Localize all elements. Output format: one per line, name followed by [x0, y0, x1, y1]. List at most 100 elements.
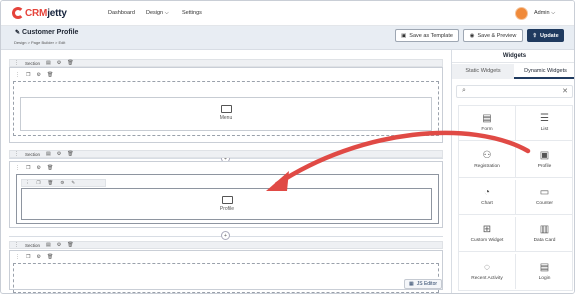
- widget-item-form[interactable]: ▤ Form: [459, 106, 516, 141]
- settings-icon[interactable]: ⚙: [57, 151, 61, 157]
- copy-icon[interactable]: ❐: [26, 254, 30, 260]
- row-toolbar-2: ⋮ ❐ ⚙ 🗑: [15, 165, 53, 171]
- widget-item-custom-widget[interactable]: ⊞ Custom Widget: [459, 217, 516, 252]
- tab-static-widgets[interactable]: Static Widgets: [452, 64, 514, 79]
- edit-icon[interactable]: ✎: [71, 180, 75, 186]
- widget-item-profile[interactable]: ▣ Profile: [516, 143, 573, 178]
- section-toolbar-1[interactable]: ⋮ Section ▤ ⚙ 🗑: [9, 59, 443, 67]
- section-toolbar-3[interactable]: ⋮ Section ▤ ⚙ 🗑: [9, 241, 443, 249]
- columns-icon[interactable]: ▤: [46, 151, 51, 157]
- pencil-icon[interactable]: ✎: [15, 30, 20, 36]
- app-window: CRMjetty Dashboard Design ⌵ Settings Adm…: [0, 0, 575, 294]
- widget-item-data-card[interactable]: ▥ Data Card: [516, 217, 573, 252]
- add-section-button[interactable]: +: [221, 231, 230, 240]
- drag-handle-icon[interactable]: ⋮: [15, 72, 20, 78]
- close-icon[interactable]: ✕: [562, 87, 568, 95]
- section-toolbar-2[interactable]: ⋮ Section ▤ ⚙ 🗑: [9, 150, 443, 158]
- breadcrumb: Design > Page Builder > Edit: [14, 40, 66, 45]
- columns-icon[interactable]: ▤: [46, 242, 51, 248]
- nav-dashboard[interactable]: Dashboard: [108, 10, 135, 16]
- avatar[interactable]: [515, 7, 528, 20]
- logo-mark-icon: [12, 7, 24, 19]
- widget-item-label: List: [540, 127, 549, 132]
- row-toolbar-3: ⋮ ❐ ⚙ 🗑: [15, 254, 53, 260]
- row-dropzone-3: [13, 263, 439, 293]
- settings-icon[interactable]: ⚙: [60, 180, 64, 186]
- drag-handle-icon[interactable]: ⋮: [14, 151, 19, 157]
- widget-search-input[interactable]: ⌕ ✕: [456, 85, 573, 98]
- user-plus-icon: ⚇: [482, 150, 492, 161]
- nav-settings[interactable]: Settings: [182, 10, 202, 16]
- widget-item-registration[interactable]: ⚇ Registration: [459, 143, 516, 178]
- profile-widget-label: Profile: [219, 206, 235, 212]
- tab-dynamic-widgets[interactable]: Dynamic Widgets: [514, 64, 574, 79]
- js-editor-button[interactable]: ▦ JS Editor: [404, 279, 443, 289]
- widget-item-chart[interactable]: ◔ Chart: [459, 180, 516, 215]
- save-and-preview-button[interactable]: ◉ Save & Preview: [463, 29, 523, 42]
- logo-text-crm: CRM: [25, 7, 48, 19]
- drag-handle-icon[interactable]: ⋮: [15, 165, 20, 171]
- widget-item-label: Login: [538, 275, 551, 281]
- widget-item-label: Data Card: [533, 238, 556, 243]
- chevron-down-icon: ⌵: [551, 10, 556, 16]
- login-icon: ▤: [539, 261, 550, 273]
- settings-icon[interactable]: ⚙: [57, 60, 61, 66]
- profile-card-icon: ▣: [539, 150, 550, 161]
- crmjetty-logo[interactable]: CRMjetty: [12, 7, 67, 19]
- copy-icon[interactable]: ❐: [26, 165, 30, 171]
- drag-handle-icon[interactable]: ⋮: [14, 242, 19, 248]
- save-as-template-label: Save as Template: [409, 32, 453, 39]
- settings-icon[interactable]: ⚙: [36, 72, 40, 78]
- settings-icon[interactable]: ⚙: [57, 242, 61, 248]
- settings-icon[interactable]: ⚙: [36, 165, 40, 171]
- counter-icon: ▭: [539, 187, 550, 198]
- delete-icon[interactable]: 🗑: [47, 165, 53, 171]
- menu-widget-label: Menu: [219, 115, 233, 121]
- widget-item-label: Profile: [537, 164, 552, 169]
- drag-handle-icon[interactable]: ⋮: [25, 180, 30, 186]
- nav-design[interactable]: Design ⌵: [146, 10, 169, 17]
- widget-item-label: Recent Activity: [471, 275, 503, 281]
- delete-icon[interactable]: 🗑: [67, 242, 73, 248]
- delete-icon[interactable]: 🗑: [47, 254, 53, 260]
- copy-icon[interactable]: ❐: [26, 72, 30, 78]
- section-label: Section: [25, 60, 41, 66]
- activity-icon: ◌: [484, 261, 490, 273]
- widget-item-label: Chart: [481, 201, 493, 206]
- section-label: Section: [25, 242, 41, 248]
- columns-icon[interactable]: ▤: [46, 60, 51, 66]
- drag-handle-icon[interactable]: ⋮: [14, 60, 19, 66]
- delete-icon[interactable]: 🗑: [67, 60, 73, 66]
- widget-item-label: Form: [481, 127, 493, 132]
- widget-grid: ▤ Form ☰ List ⚇ Registration ▣ Profile ◔ Char…: [458, 105, 573, 291]
- search-icon: ⌕: [462, 87, 466, 94]
- delete-icon[interactable]: 🗑: [67, 151, 73, 157]
- settings-icon[interactable]: ⚙: [36, 254, 40, 260]
- widget-item-recent-activity[interactable]: ◌ Recent Activity: [459, 254, 516, 289]
- widget-item-login[interactable]: ▤ Login: [516, 254, 573, 289]
- profile-card-icon: [221, 196, 233, 204]
- update-button[interactable]: ⇧ Update: [527, 29, 564, 42]
- user-name: Admin: [534, 10, 550, 16]
- custom-widget-icon: ⊞: [482, 224, 492, 235]
- code-icon: ▦: [409, 281, 414, 287]
- widget-item-counter[interactable]: ▭ Counter: [516, 180, 573, 215]
- drag-handle-icon[interactable]: ⋮: [15, 254, 20, 260]
- widget-item-label: Custom Widget: [470, 238, 504, 243]
- widget-item-label: Counter: [535, 201, 554, 206]
- widget-item-list[interactable]: ☰ List: [516, 106, 573, 141]
- user-menu[interactable]: Admin ⌵: [534, 10, 555, 17]
- nav-design-label: Design: [146, 10, 164, 16]
- chevron-down-icon: ⌵: [164, 10, 169, 16]
- js-editor-label: JS Editor: [416, 281, 438, 287]
- save-and-preview-label: Save & Preview: [477, 32, 517, 39]
- pie-chart-icon: ◔: [483, 187, 491, 198]
- delete-icon[interactable]: 🗑: [47, 72, 53, 78]
- widgets-panel-title: Widgets: [452, 50, 574, 63]
- list-icon: ☰: [540, 113, 549, 124]
- floppy-disk-icon: ▣: [401, 32, 407, 39]
- delete-icon[interactable]: 🗑: [48, 180, 54, 186]
- save-as-template-button[interactable]: ▣ Save as Template: [395, 29, 459, 42]
- copy-icon[interactable]: ❐: [37, 180, 41, 186]
- top-navbar: CRMjetty Dashboard Design ⌵ Settings Adm…: [1, 1, 574, 26]
